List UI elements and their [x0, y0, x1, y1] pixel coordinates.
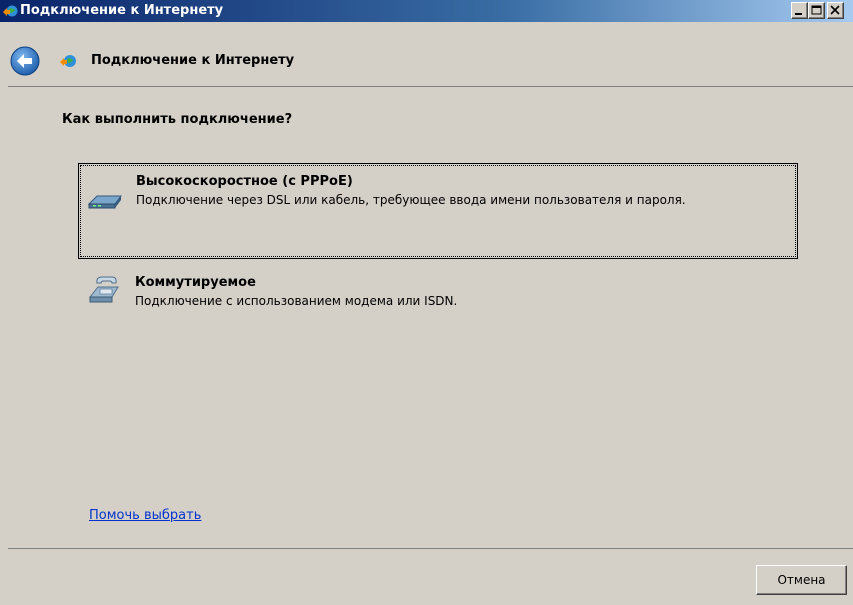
title-bar[interactable]: Подключение к Интернету — [0, 0, 853, 22]
page-title: Подключение к Интернету — [91, 53, 295, 68]
option-description: Подключение через DSL или кабель, требую… — [136, 193, 686, 207]
minimize-button[interactable] — [791, 2, 808, 19]
option-description: Подключение с использованием модема или … — [135, 294, 458, 308]
dsl-modem-icon — [87, 184, 123, 214]
back-arrow-icon[interactable] — [10, 46, 40, 76]
dialog-window: Подключение к Интернету Подключение к Ин… — [0, 0, 853, 605]
option-title: Коммутируемое — [135, 275, 256, 290]
content-panel: Как выполнить подключение? Высокоскорост… — [8, 86, 853, 549]
maximize-button[interactable] — [808, 2, 825, 19]
dialup-modem-icon — [86, 273, 122, 303]
option-title: Высокоскоростное (с PPPoE) — [136, 174, 353, 189]
question-heading: Как выполнить подключение? — [62, 112, 293, 127]
help-choose-link[interactable]: Помочь выбрать — [89, 508, 201, 523]
close-button[interactable] — [827, 2, 844, 19]
window-title: Подключение к Интернету — [20, 3, 224, 18]
option-broadband[interactable]: Высокоскоростное (с PPPoE) Подключение ч… — [78, 163, 798, 259]
option-dialup[interactable]: Коммутируемое Подключение с использовани… — [78, 267, 798, 363]
network-globe-icon — [59, 52, 77, 70]
cancel-button[interactable]: Отмена — [756, 565, 847, 595]
nav-header: Подключение к Интернету — [8, 36, 853, 86]
network-globe-icon — [2, 3, 18, 19]
